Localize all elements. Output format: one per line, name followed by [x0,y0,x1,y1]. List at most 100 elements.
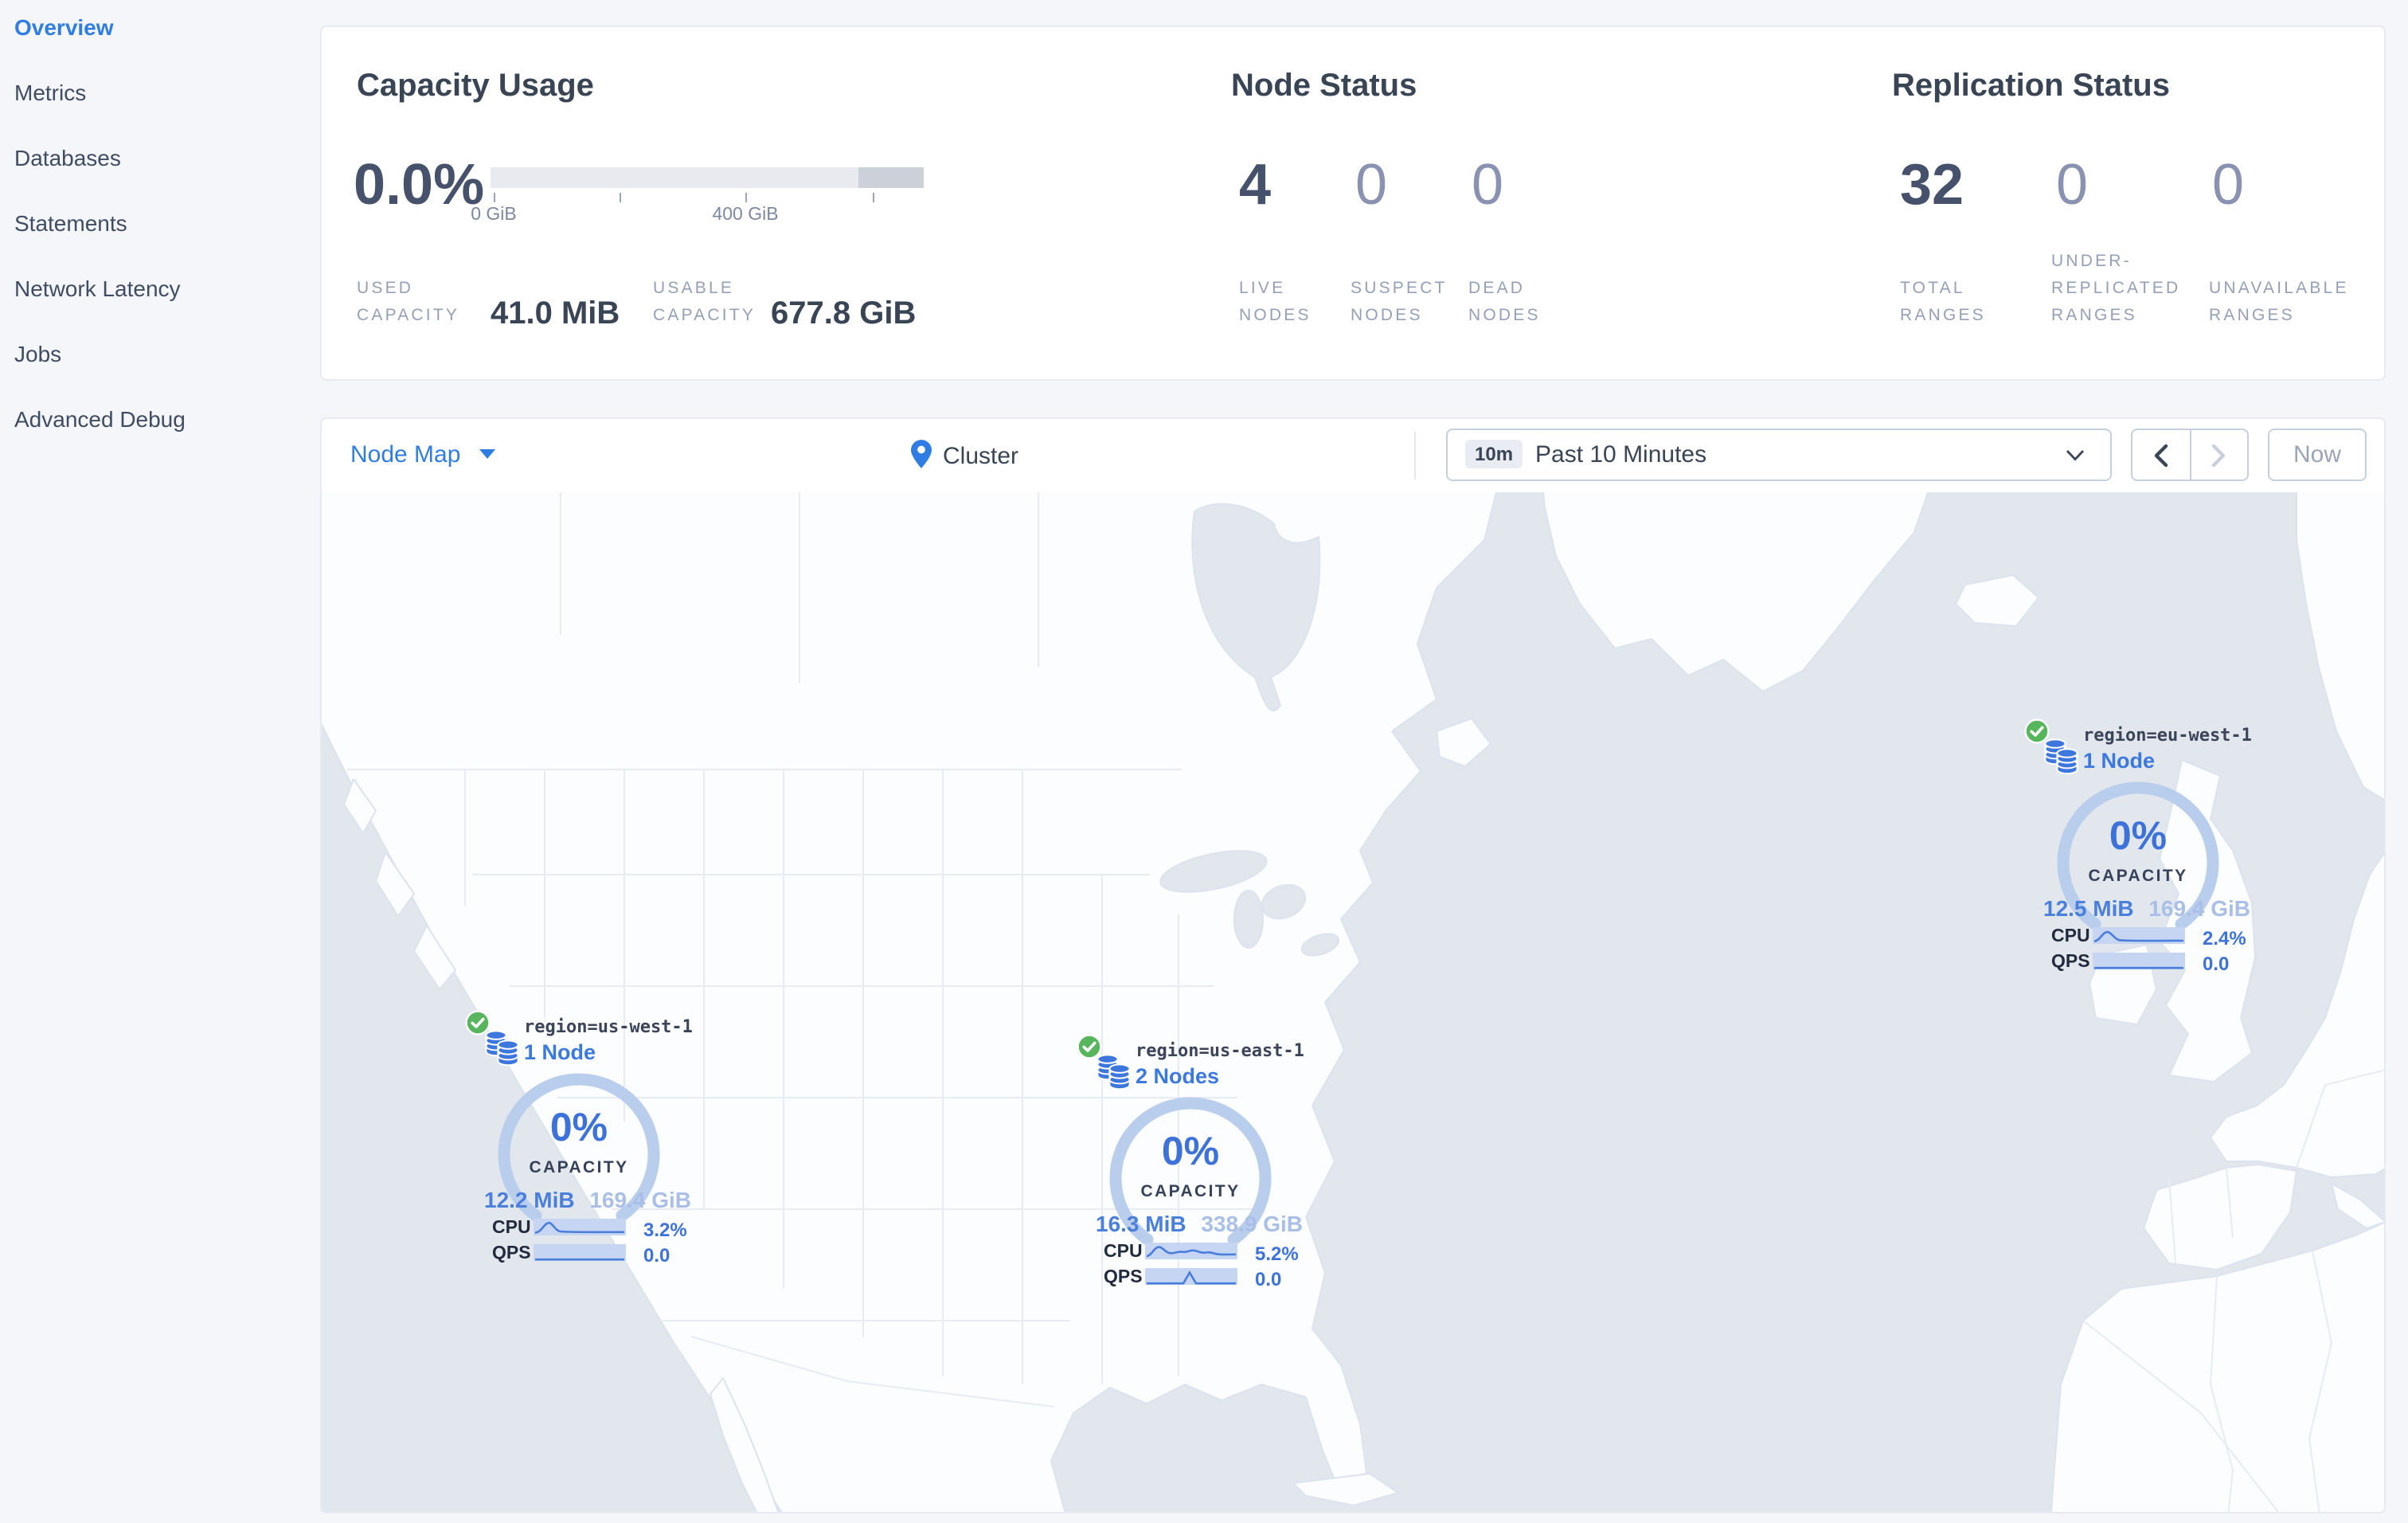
healthy-check-icon [1077,1034,1102,1059]
total-capacity: 338.9 GiB [1201,1211,1303,1236]
suspect-nodes-value: 0 [1355,151,1388,217]
replication-status-title: Replication Status [1892,69,2170,104]
sidebar-item-statements[interactable]: Statements [14,210,127,236]
cluster-overview-page: Overview Metrics Databases Statements Ne… [0,0,2408,1523]
sidebar-item-metrics[interactable]: Metrics [14,80,86,105]
region-label: region=us-east-1 [1136,1040,1304,1061]
dead-nodes-value: 0 [1472,151,1504,217]
live-nodes-value: 4 [1239,151,1272,217]
chevron-down-icon [2066,450,2085,461]
nodes-link[interactable]: 2 Nodes [1136,1064,1219,1088]
cpu-sparkline [534,1219,626,1235]
sidebar-item-overview[interactable]: Overview [14,14,114,40]
cpu-sparkline [2093,927,2185,944]
node-status-title: Node Status [1231,69,1417,104]
now-button[interactable]: Now [2268,429,2367,481]
view-selector-dropdown[interactable]: Node Map [350,441,496,468]
healthy-check-icon [2024,718,2050,744]
cpu-sparkline [1145,1243,1237,1259]
cpu-label: CPU [1104,1243,1143,1262]
under-replicated-ranges-value: 0 [2056,151,2089,217]
total-ranges-label: TOTAL RANGES [1900,279,1986,325]
live-nodes-label: LIVE NODES [1239,279,1312,325]
gauge-percent: 0% [549,1106,608,1150]
total-ranges-value: 32 [1900,151,1964,217]
used-capacity-value: 41.0 MiB [491,296,620,331]
capacity-gauge-arc [2057,781,2219,930]
qps-label: QPS [492,1244,531,1263]
dead-nodes-label: DEAD NODES [1468,279,1541,325]
under-replicated-ranges-label: UNDER-REPLICATED RANGES [2051,252,2181,325]
axis-tick [620,193,621,202]
qps-value: 0.0 [643,1244,670,1267]
chevron-right-icon [2211,443,2225,467]
sidebar-item-databases[interactable]: Databases [14,145,121,170]
node-marker-us-west-1: region=us-west-1 1 Node 0% CAPACITY 12.2… [465,1010,704,1273]
sidebar: Overview Metrics Databases Statements Ne… [0,0,320,1523]
capacity-usage-title: Capacity Usage [357,69,594,104]
chevron-left-icon [2155,443,2168,467]
sidebar-item-jobs[interactable]: Jobs [14,341,61,366]
capacity-gauge-arc [1109,1097,1272,1246]
cluster-summary-panel: Capacity Usage 0.0% 0 GiB 400 GiB USED C… [320,25,2386,381]
world-map: region=us-west-1 1 Node 0% CAPACITY 12.2… [322,492,2384,1512]
usable-capacity-value: 677.8 GiB [771,296,917,331]
capacity-tick-400: 400 GiB [712,206,779,225]
gauge-capacity-label: CAPACITY [529,1158,629,1177]
node-marker-eu-west-1: region=eu-west-1 1 Node 0% CAPACITY 12.5… [2024,718,2263,981]
cpu-value: 3.2% [643,1219,687,1241]
time-range-label: Past 10 Minutes [1535,441,1707,468]
map-pin-icon [911,440,932,468]
breadcrumb[interactable]: Cluster [911,440,1018,476]
cpu-label: CPU [492,1219,531,1238]
world-map-svg [322,492,2384,1512]
capacity-gauge-arc [498,1073,660,1222]
region-label: region=eu-west-1 [2083,725,2252,746]
axis-tick [745,193,747,202]
qps-value: 0.0 [2203,953,2230,975]
suspect-nodes-label: SUSPECT NODES [1351,279,1448,325]
gauge-capacity-label: CAPACITY [1140,1182,1241,1201]
capacity-tick-0: 0 GiB [471,206,517,225]
node-marker-us-east-1: region=us-east-1 2 Nodes 0% CAPACITY 16.… [1077,1034,1315,1297]
axis-tick [873,193,874,202]
time-prev-button[interactable] [2132,430,2191,480]
axis-tick [494,193,495,202]
breadcrumb-label: Cluster [943,443,1019,470]
healthy-check-icon [465,1010,491,1036]
caret-down-icon [479,449,496,459]
qps-sparkline [2093,953,2185,969]
time-next-button[interactable] [2191,430,2247,480]
unavailable-ranges-value: 0 [2212,151,2245,217]
capacity-reserved-segment [858,167,924,188]
capacity-usage-bar [491,167,924,188]
sidebar-item-network-latency[interactable]: Network Latency [14,276,181,301]
view-selector-label: Node Map [350,441,461,468]
time-range-select[interactable]: 10m Past 10 Minutes [1446,429,2112,481]
qps-value: 0.0 [1255,1268,1282,1290]
qps-label: QPS [1104,1268,1143,1287]
qps-sparkline [534,1244,626,1261]
sidebar-item-advanced-debug[interactable]: Advanced Debug [14,406,186,432]
toolbar-divider [1414,432,1416,480]
gauge-percent: 0% [1161,1130,1220,1174]
nodes-link[interactable]: 1 Node [2083,749,2155,773]
usable-capacity-label: USABLE CAPACITY [653,279,756,325]
used-capacity-label: USED CAPACITY [357,279,460,325]
cpu-label: CPU [2051,927,2090,946]
unavailable-ranges-label: UNAVAILABLE RANGES [2209,279,2349,325]
region-label: region=us-west-1 [524,1016,693,1037]
gauge-percent: 0% [2109,814,2168,859]
map-toolbar: Node Map Cluster 10m Past 10 Minutes Now [322,419,2384,492]
nodes-link[interactable]: 1 Node [524,1040,596,1064]
total-capacity: 169.4 GiB [589,1187,691,1212]
cpu-value: 5.2% [1255,1243,1299,1265]
qps-sparkline [1145,1268,1237,1285]
node-map-panel: Node Map Cluster 10m Past 10 Minutes Now [320,417,2386,1513]
gauge-capacity-label: CAPACITY [2088,867,2188,886]
total-capacity: 169.4 GiB [2148,895,2250,921]
time-pager [2131,429,2249,481]
cpu-value: 2.4% [2203,927,2246,949]
qps-label: QPS [2051,953,2090,972]
time-range-badge: 10m [1465,440,1523,468]
